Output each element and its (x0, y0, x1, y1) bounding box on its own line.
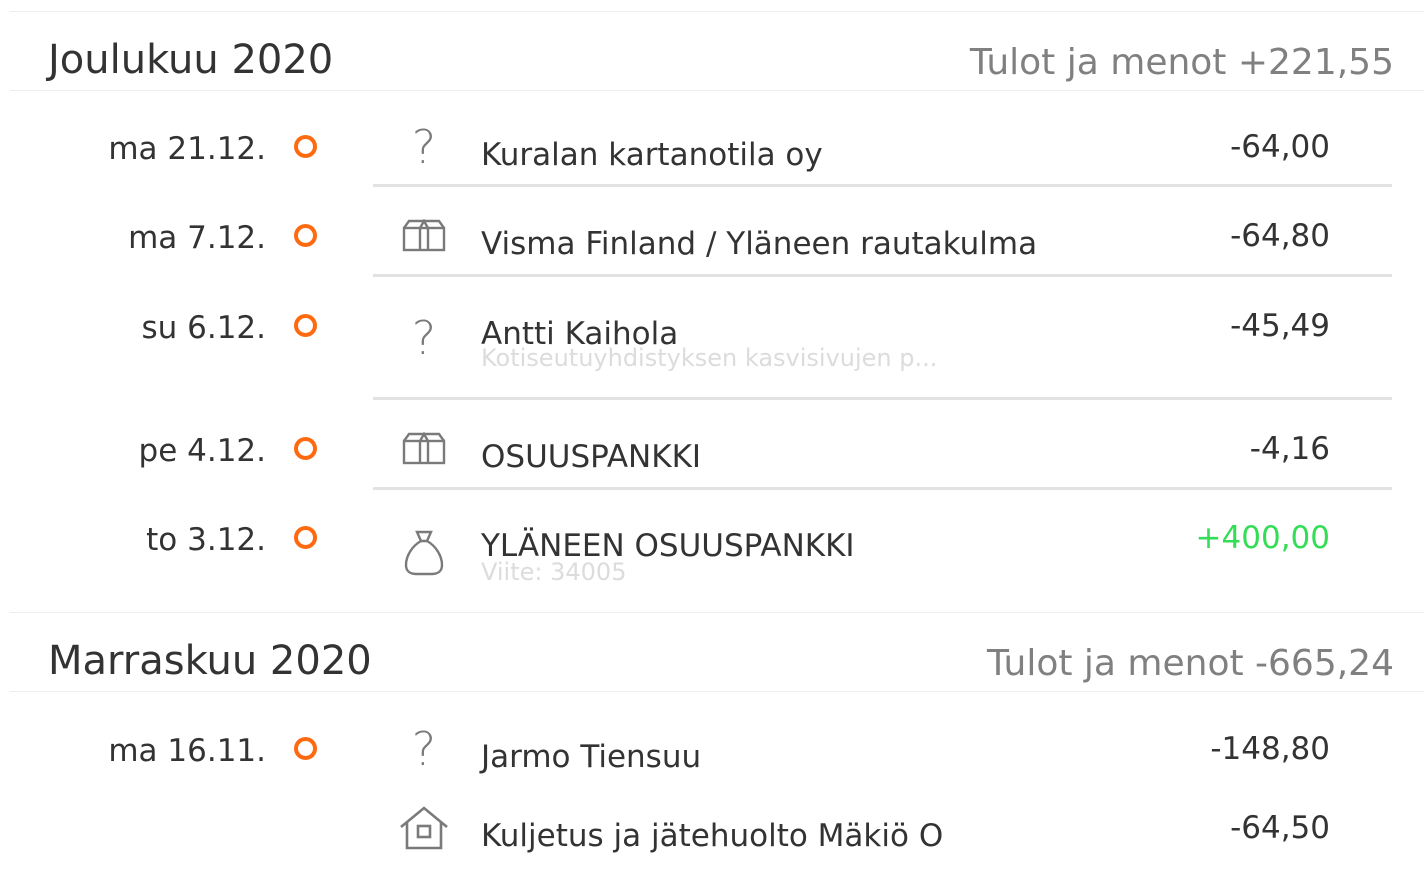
status-dot (294, 314, 317, 337)
transaction-date: to 3.12. (146, 522, 266, 558)
transaction-description: Kotiseutuyhdistyksen kasvisivujen p... (481, 344, 938, 372)
box-icon (395, 210, 453, 262)
transaction-amount: -64,80 (1230, 218, 1330, 254)
transaction-date: su 6.12. (141, 310, 266, 346)
transaction-list: Joulukuu 2020 Tulot ja menot +221,55 ma … (0, 0, 1424, 877)
status-dot (294, 526, 317, 549)
row-divider (373, 487, 1392, 490)
transaction-date: ma 21.12. (108, 131, 266, 167)
transaction-name: OSUUSPANKKI (481, 439, 702, 475)
month-total: Tulot ja menot +221,55 (969, 42, 1394, 83)
status-dot (294, 737, 317, 760)
row-divider (373, 397, 1392, 400)
question-icon: ? (411, 120, 437, 174)
status-dot (294, 437, 317, 460)
row-divider (373, 274, 1392, 277)
transaction-amount: -45,49 (1230, 308, 1330, 344)
transaction-name: Visma Finland / Yläneen rautakulma (481, 226, 1038, 262)
month-header-november: Marraskuu 2020 Tulot ja menot -665,24 (10, 612, 1424, 692)
money-bag-icon (395, 526, 453, 578)
transaction-amount: -64,50 (1230, 810, 1330, 846)
question-icon: ? (411, 311, 437, 365)
month-total: Tulot ja menot -665,24 (986, 643, 1394, 684)
transaction-amount: -148,80 (1210, 731, 1330, 767)
transaction-reference: Viite: 34005 (481, 558, 627, 586)
house-icon (395, 802, 453, 854)
status-dot (294, 224, 317, 247)
transaction-amount: +400,00 (1195, 520, 1330, 556)
transaction-date: ma 7.12. (128, 220, 266, 256)
transaction-amount: -4,16 (1249, 431, 1330, 467)
month-header-december: Joulukuu 2020 Tulot ja menot +221,55 (10, 11, 1424, 91)
row-divider (373, 184, 1392, 187)
transaction-date: ma 16.11. (108, 733, 266, 769)
transaction-name: Jarmo Tiensuu (481, 739, 702, 775)
transaction-date: pe 4.12. (138, 433, 266, 469)
question-icon: ? (411, 722, 437, 776)
box-icon (395, 423, 453, 475)
transaction-name: Kuljetus ja jätehuolto Mäkiö O (481, 818, 944, 854)
month-title: Joulukuu 2020 (48, 37, 334, 83)
status-dot (294, 135, 317, 158)
transaction-amount: -64,00 (1230, 129, 1330, 165)
month-title: Marraskuu 2020 (48, 638, 372, 684)
transaction-name: Kuralan kartanotila oy (481, 137, 823, 173)
